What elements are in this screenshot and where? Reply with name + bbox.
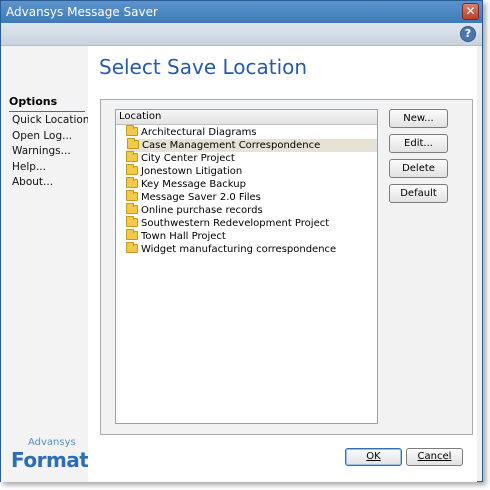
help-bar: ? bbox=[1, 23, 482, 46]
list-item[interactable]: Widget manufacturing correspondence bbox=[126, 242, 376, 256]
options-sidebar: Options Quick Location... Open Log... Wa… bbox=[1, 46, 108, 482]
window-title: Advansys Message Saver bbox=[6, 5, 158, 19]
folder-icon bbox=[126, 164, 138, 175]
folder-icon bbox=[126, 190, 138, 201]
ok-button[interactable]: OK bbox=[345, 448, 402, 466]
list-item[interactable]: Online purchase records bbox=[126, 203, 376, 217]
folder-icon bbox=[126, 203, 138, 214]
list-item[interactable]: Jonestown Litigation bbox=[126, 164, 376, 178]
list-header[interactable]: Location bbox=[116, 110, 377, 125]
location-list[interactable]: Location Architectural Diagrams Case Man… bbox=[115, 109, 378, 424]
default-button[interactable]: Default bbox=[389, 184, 448, 203]
list-item-selected[interactable]: Case Management Correspondence bbox=[127, 138, 377, 152]
list-item[interactable]: City Center Project bbox=[126, 151, 376, 165]
folder-icon bbox=[126, 177, 138, 188]
help-icon[interactable]: ? bbox=[460, 26, 476, 42]
folder-icon bbox=[126, 216, 138, 227]
folder-icon bbox=[126, 229, 138, 240]
close-icon: ✕ bbox=[465, 4, 476, 18]
options-heading: Options bbox=[9, 95, 85, 112]
folder-icon bbox=[126, 151, 138, 162]
cancel-button[interactable]: Cancel bbox=[406, 448, 463, 466]
sidebar-link-help[interactable]: Help... bbox=[12, 161, 46, 173]
list-item[interactable]: Town Hall Project bbox=[126, 229, 376, 243]
folder-icon bbox=[126, 125, 138, 136]
location-panel: Location Architectural Diagrams Case Man… bbox=[100, 99, 473, 435]
folder-icon bbox=[126, 242, 138, 253]
app-window: Advansys Message Saver ✕ ? Options Quick… bbox=[0, 0, 483, 482]
close-button[interactable]: ✕ bbox=[462, 3, 479, 20]
list-item[interactable]: Key Message Backup bbox=[126, 177, 376, 191]
folder-icon bbox=[127, 138, 139, 149]
delete-button[interactable]: Delete bbox=[389, 159, 448, 178]
title-bar: Advansys Message Saver ✕ bbox=[1, 1, 482, 23]
list-item[interactable]: Architectural Diagrams bbox=[126, 125, 376, 139]
sidebar-link-about[interactable]: About... bbox=[12, 176, 53, 188]
main-content: Select Save Location Location Architectu… bbox=[88, 46, 477, 482]
list-item[interactable]: Southwestern Redevelopment Project bbox=[126, 216, 376, 230]
sidebar-link-quick-location[interactable]: Quick Location... bbox=[12, 114, 99, 126]
sidebar-link-open-log[interactable]: Open Log... bbox=[12, 130, 72, 142]
sidebar-link-warnings[interactable]: Warnings... bbox=[12, 145, 71, 157]
page-title: Select Save Location bbox=[99, 55, 308, 79]
new-button[interactable]: New... bbox=[389, 109, 448, 128]
list-item[interactable]: Message Saver 2.0 Files bbox=[126, 190, 376, 204]
edit-button[interactable]: Edit... bbox=[389, 134, 448, 153]
